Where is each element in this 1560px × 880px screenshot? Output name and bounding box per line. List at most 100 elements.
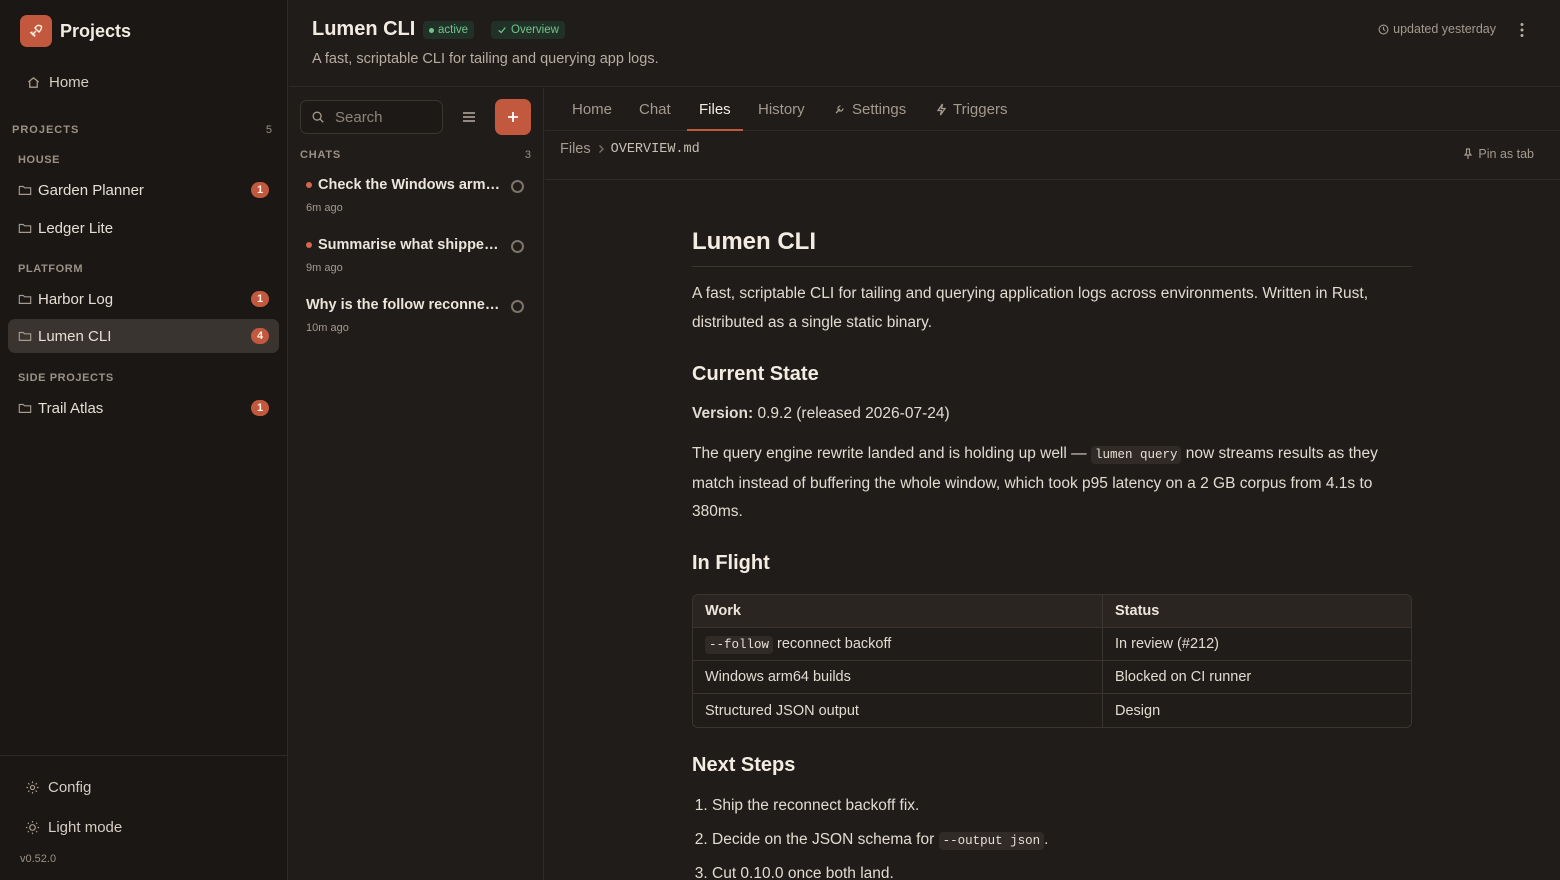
more-options-icon[interactable] [1512,20,1532,40]
tab-triggers[interactable]: Triggers [936,88,1007,130]
tab-settings-label: Settings [852,100,907,118]
status-label: active [438,24,469,36]
sidebar-item-lumen-cli[interactable]: Lumen CLI 4 [8,319,279,353]
sidebar-item-ledger-lite[interactable]: Ledger Lite [8,211,279,245]
chats-label: CHATS [300,149,342,161]
folder-icon [18,329,32,343]
inline-code: lumen query [1090,446,1182,464]
chat-title: Check the Windows arm64 build [318,177,502,193]
sidebar-item-trail-atlas[interactable]: Trail Atlas 1 [8,391,279,425]
wrench-icon [834,103,846,115]
heading-current-state: Current State [692,363,819,385]
config-label: Config [48,778,92,796]
search-box[interactable] [300,100,443,134]
breadcrumb-files[interactable]: Files [560,141,591,157]
inline-code: --output json [938,832,1045,850]
sidebar: Projects Home PROJECTS 5 HOUSE Garden Pl… [0,0,288,880]
unread-badge: 1 [251,291,269,307]
config-button[interactable]: Config [16,771,272,803]
unread-badge: 1 [251,400,269,416]
search-input[interactable] [333,107,429,127]
tab-settings[interactable]: Settings [834,88,906,130]
work-cell: Structured JSON output [693,694,1103,727]
pending-status-icon [511,180,524,193]
column-header-work: Work [693,595,1103,628]
pin-as-tab-button[interactable]: Pin as tab [1463,147,1534,161]
brand-title: Projects [60,20,132,41]
tab-chat[interactable]: Chat [639,88,671,130]
version-label: v0.52.0 [20,853,57,865]
doc-intro: A fast, scriptable CLI for tailing and q… [692,285,1369,331]
work-cell: --follow reconnect backoff [693,628,1103,661]
step-text-after: . [1044,831,1049,848]
tab-files[interactable]: Files [687,88,743,131]
pin-label: Pin as tab [1478,147,1534,161]
state-paragraph: The query engine rewrite landed and is h… [692,440,1412,527]
heading-in-flight: In Flight [692,552,770,574]
status-cell: Design [1115,702,1161,719]
work-cell: Windows arm64 builds [693,661,1103,694]
table-row: Windows arm64 builds Blocked on CI runne… [693,661,1411,694]
pending-status-icon [511,240,524,253]
projects-count: 5 [265,124,272,136]
updated-label: updated yesterday [1393,22,1496,36]
page-subtitle: A fast, scriptable CLI for tailing and q… [312,51,659,67]
table-row: --follow reconnect backoff In review (#2… [693,628,1411,661]
pin-icon [1463,148,1473,160]
step-text-before: Decide on the JSON schema for [712,831,939,848]
file-breadcrumb-bar: Files OVERVIEW.md Pin as tab [545,131,1560,180]
lightning-icon [936,103,947,116]
unread-badge: 4 [251,328,269,344]
next-steps-list: Ship the reconnect backoff fix. Decide o… [692,792,1048,880]
chat-list-item[interactable]: Summarise what shipped this week 9m ago [300,237,531,287]
sidebar-item-harbor-log[interactable]: Harbor Log 1 [8,282,279,316]
tab-home[interactable]: Home [572,88,612,130]
search-icon [311,110,325,124]
list-item: Ship the reconnect backoff fix. [712,792,1048,826]
brand[interactable]: Projects [20,15,131,47]
chat-time: 10m ago [306,322,349,334]
sidebar-item-label: Ledger Lite [38,219,114,237]
chats-count: 3 [524,149,531,161]
unread-badge: 1 [251,182,269,198]
in-flight-table: Work Status --follow reconnect backoff I… [692,594,1412,728]
plus-icon [508,112,518,122]
sidebar-item-label: Harbor Log [38,290,114,308]
markdown-document: Lumen CLI A fast, scriptable CLI for tai… [692,180,1412,880]
home-icon [26,75,41,90]
chats-header: CHATS 3 [300,149,531,161]
nav-home[interactable]: Home [16,66,272,98]
pending-status-icon [511,300,524,313]
sun-icon [25,820,40,835]
folder-icon [18,292,32,306]
sidebar-item-garden-planner[interactable]: Garden Planner 1 [8,173,279,207]
light-mode-toggle[interactable]: Light mode [16,811,272,843]
new-chat-button[interactable] [495,99,531,135]
folder-icon [18,401,32,415]
breadcrumb: Files OVERVIEW.md [560,141,700,157]
chat-time: 9m ago [306,262,343,274]
table-header-row: Work Status [693,595,1411,628]
overview-badge[interactable]: Overview [491,21,565,39]
check-icon [497,25,507,35]
clock-icon [1378,24,1389,35]
project-header: Lumen CLI active Overview A fast, script… [289,0,1560,87]
work-text: reconnect backoff [773,636,892,652]
chat-list-item[interactable]: Check the Windows arm64 build 6m ago [300,177,531,227]
heading-next-steps: Next Steps [692,754,796,776]
status-cell: In review (#212) [1103,628,1411,661]
doc-title: Lumen CLI [692,228,1412,267]
filter-menu-icon[interactable] [458,106,480,128]
version-label-bold: Version: [692,405,754,422]
status-dot-icon [429,27,434,33]
list-item: Cut 0.10.0 once both land. [712,860,1048,880]
column-header-status: Status [1103,595,1411,628]
sidebar-item-label: Lumen CLI [38,327,112,345]
chat-title: Why is the follow reconnect slow? [306,297,502,313]
list-item: Decide on the JSON schema for --output j… [712,826,1048,860]
chevron-right-icon [597,144,605,154]
sidebar-item-label: Trail Atlas [38,399,104,417]
chat-list-item[interactable]: Why is the follow reconnect slow? 10m ag… [300,297,531,347]
tab-history[interactable]: History [758,88,805,130]
folder-icon [18,221,32,235]
